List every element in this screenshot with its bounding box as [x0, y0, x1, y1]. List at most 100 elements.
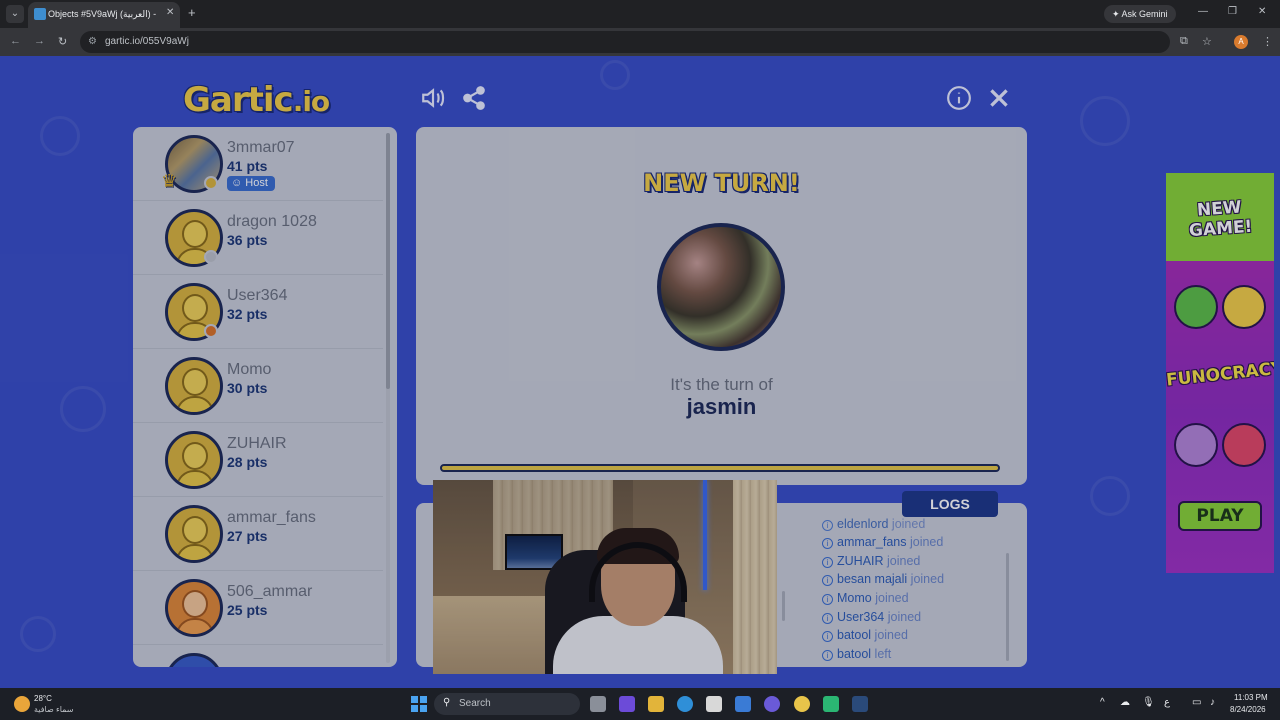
info-icon[interactable]	[944, 85, 974, 115]
tab-search-button[interactable]: ⌄	[6, 5, 24, 23]
player-avatar	[165, 357, 223, 415]
player-row[interactable]: User364 32 pts	[133, 275, 383, 349]
taskbar-date[interactable]: 8/24/2026	[1230, 705, 1266, 714]
minimize-icon[interactable]: —	[1198, 6, 1208, 17]
forward-arrow-icon[interactable]: →	[34, 35, 45, 47]
player-row[interactable]: ZUHAIR 28 pts	[133, 423, 383, 497]
log-entry: i User364 joined	[822, 610, 921, 624]
ad-angry-face-icon	[1222, 423, 1266, 467]
player-row[interactable]: Momo 30 pts	[133, 349, 383, 423]
player-row[interactable]: ♛ 3mmar07 41 pts ☺ Host	[133, 127, 383, 201]
player-row[interactable]: ammar_fans 27 pts	[133, 497, 383, 571]
site-info-icon[interactable]: ⚙	[88, 36, 97, 47]
turn-player-avatar	[657, 223, 785, 351]
player-row-partial[interactable]	[133, 645, 383, 667]
players-scrollbar-thumb[interactable]	[386, 133, 390, 389]
browser-menu-icon[interactable]: ⋮	[1262, 35, 1273, 48]
discord-app-icon[interactable]	[764, 696, 780, 712]
player-status-dot	[204, 324, 218, 338]
tab-close-icon[interactable]: ✕	[166, 7, 174, 18]
steam-app-icon[interactable]	[852, 696, 868, 712]
log-user: besan majali	[837, 572, 908, 586]
file-explorer-icon[interactable]	[648, 696, 664, 712]
logs-scrollbar[interactable]	[1006, 553, 1009, 661]
keyboard-language-icon[interactable]: ع	[1164, 697, 1170, 708]
url-text[interactable]: gartic.io/055V9aWj	[105, 36, 189, 47]
new-turn-heading: NEW TURN!	[643, 169, 800, 197]
chrome-app-icon[interactable]	[794, 696, 810, 712]
log-action: left	[874, 647, 892, 661]
back-arrow-icon[interactable]: ←	[10, 35, 21, 47]
task-view-icon[interactable]	[590, 696, 606, 712]
player-avatar	[165, 431, 223, 489]
profile-avatar[interactable]: A	[1234, 35, 1248, 49]
player-points: 27 pts	[227, 528, 268, 544]
ad-thumbs-up-character-icon	[1174, 285, 1218, 329]
logo-suffix-text: .io	[292, 85, 330, 118]
mail-app-icon[interactable]	[735, 696, 751, 712]
bookmark-star-icon[interactable]: ☆	[1202, 35, 1212, 48]
funocracy-ad-banner[interactable]: NEW GAME! FUNOCRACY PLAY	[1166, 173, 1274, 573]
turn-player-name: jasmin	[686, 394, 757, 419]
log-user: eldenlord	[837, 517, 889, 531]
background-doodle	[600, 60, 630, 90]
install-app-icon[interactable]: ⧉	[1180, 35, 1188, 48]
sound-icon[interactable]	[418, 85, 448, 115]
ad-headline: NEW GAME!	[1166, 195, 1274, 242]
player-status-dot	[204, 250, 218, 264]
copilot-app-icon[interactable]	[619, 696, 635, 712]
info-icon: i	[822, 538, 833, 549]
exit-close-icon[interactable]	[984, 85, 1014, 115]
search-label: Search	[459, 698, 491, 709]
taskbar-time[interactable]: 11:03 PM	[1234, 693, 1268, 702]
info-icon: i	[822, 650, 833, 661]
url-omnibox[interactable]: ⚙ gartic.io/055V9aWj	[80, 31, 1170, 53]
logs-tab[interactable]: LOGS	[902, 491, 998, 517]
store-app-icon[interactable]	[706, 696, 722, 712]
ask-gemini-label: Ask Gemini	[1121, 9, 1168, 19]
player-status-dot	[204, 176, 218, 190]
player-row[interactable]: 506_ammar 25 pts	[133, 571, 383, 645]
log-entry: i eldenlord joined	[822, 517, 925, 531]
log-user: User364	[837, 610, 885, 624]
obs-app-icon[interactable]	[823, 696, 839, 712]
weather-moon-icon[interactable]	[14, 696, 30, 712]
log-action: joined	[875, 591, 909, 605]
volume-icon[interactable]: ♪	[1210, 697, 1215, 708]
tray-overflow-icon[interactable]: ^	[1100, 697, 1105, 708]
ad-brand: FUNOCRACY	[1166, 358, 1274, 391]
log-entry: i ZUHAIR joined	[822, 554, 920, 568]
microphone-icon[interactable]: 🎙	[1142, 697, 1155, 708]
player-points: 41 pts	[227, 158, 268, 174]
player-points: 25 pts	[227, 602, 268, 618]
window-close-icon[interactable]: ✕	[1258, 6, 1266, 17]
player-name: ZUHAIR	[227, 435, 287, 452]
log-action: joined	[891, 517, 926, 531]
share-icon[interactable]	[459, 85, 489, 115]
gartic-logo[interactable]: Gartic.io	[183, 80, 330, 120]
log-entry: i Momo joined	[822, 591, 909, 605]
display-icon[interactable]: ▭	[1192, 697, 1201, 708]
new-tab-button[interactable]: +	[188, 5, 196, 20]
log-entry: i batool joined	[822, 628, 908, 642]
info-icon: i	[822, 557, 833, 568]
log-action: joined	[874, 628, 908, 642]
maximize-icon[interactable]: ❐	[1228, 6, 1237, 17]
reload-icon[interactable]: ↻	[58, 35, 67, 48]
ad-play-button[interactable]: PLAY	[1178, 501, 1262, 531]
avatar-face	[182, 368, 208, 396]
gartic-favicon-icon	[34, 8, 46, 20]
browser-tab[interactable]: Objects #5V9aWj (العربية) - ✕	[28, 2, 180, 28]
taskbar-search-box[interactable]: ⚲ Search	[434, 693, 580, 715]
log-user: batool	[837, 628, 872, 642]
webcam-curtain-right	[733, 480, 777, 674]
edge-browser-icon[interactable]	[677, 696, 693, 712]
chat-scrollbar[interactable]	[782, 591, 785, 621]
log-action: joined	[887, 610, 922, 624]
background-doodle	[60, 386, 106, 432]
start-windows-icon[interactable]	[411, 696, 427, 712]
player-row[interactable]: dragon 1028 36 pts	[133, 201, 383, 275]
network-icon[interactable]: ☁	[1120, 697, 1130, 708]
ask-gemini-button[interactable]: ✦ Ask Gemini	[1104, 5, 1176, 23]
weather-temperature: 28°C	[34, 694, 52, 703]
